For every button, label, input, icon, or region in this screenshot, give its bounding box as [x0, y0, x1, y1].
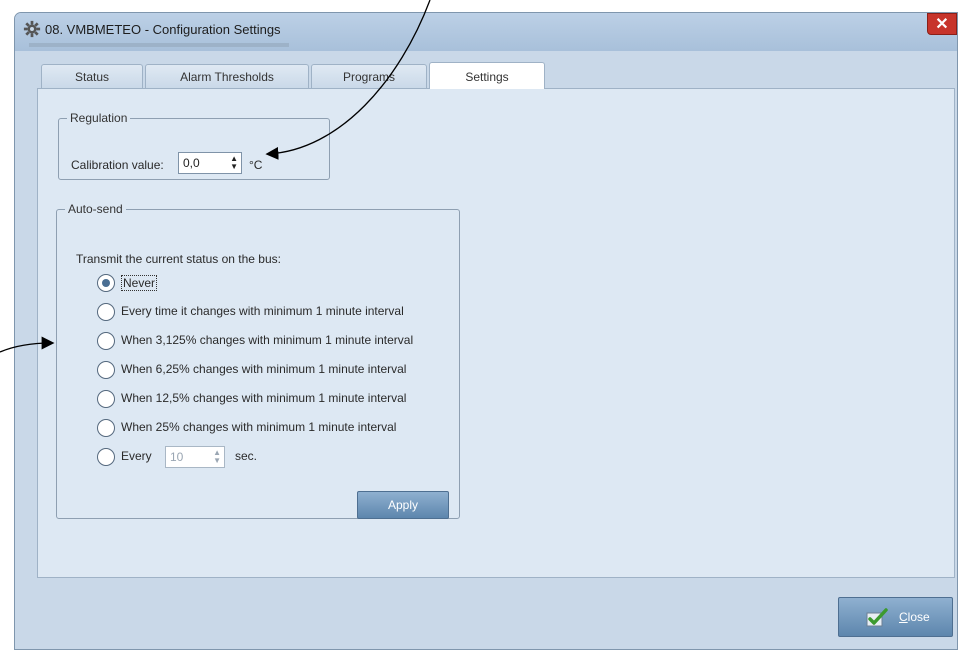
window-title: 08. VMBMETEO - Configuration Settings	[45, 22, 281, 37]
radio-every-change[interactable]	[97, 303, 115, 321]
gear-icon	[23, 20, 41, 38]
config-window: 08. VMBMETEO - Configuration Settings ✕ …	[14, 12, 958, 650]
window-close-button[interactable]: ✕	[927, 13, 957, 35]
calibration-value: 0,0	[183, 156, 200, 170]
tab-programs[interactable]: Programs	[311, 64, 427, 89]
radio-125[interactable]	[97, 390, 115, 408]
tab-status[interactable]: Status	[41, 64, 143, 89]
option-every-change[interactable]: Every time it changes with minimum 1 min…	[97, 303, 477, 323]
calibration-unit: °C	[249, 158, 263, 172]
radio-625[interactable]	[97, 361, 115, 379]
apply-button-label: Apply	[387, 498, 419, 512]
radio-every-interval[interactable]	[97, 448, 115, 466]
radio-25[interactable]	[97, 419, 115, 437]
calibration-label: Calibration value:	[71, 158, 164, 172]
radio-never[interactable]	[97, 274, 115, 292]
autosend-options: Never Every time it changes with minimum…	[97, 274, 457, 474]
option-every-change-label: Every time it changes with minimum 1 min…	[121, 304, 404, 318]
stepper-arrows-icon[interactable]: ▲ ▼	[230, 155, 238, 171]
autosend-prompt: Transmit the current status on the bus:	[76, 252, 281, 266]
interval-stepper[interactable]: 10 ▲ ▼	[165, 446, 225, 468]
option-125[interactable]: When 12,5% changes with minimum 1 minute…	[97, 390, 477, 410]
title-bar[interactable]: 08. VMBMETEO - Configuration Settings ✕	[15, 13, 957, 51]
check-icon	[866, 608, 888, 627]
interval-unit: sec.	[235, 449, 258, 463]
regulation-legend: Regulation	[70, 111, 128, 125]
option-every-label: Every	[121, 449, 152, 463]
close-button[interactable]: Close	[838, 597, 953, 637]
option-125-label: When 12,5% changes with minimum 1 minute…	[121, 391, 407, 405]
interval-stepper-arrows-icon[interactable]: ▲ ▼	[213, 449, 221, 465]
calibration-stepper[interactable]: 0,0 ▲ ▼	[178, 152, 242, 174]
interval-value: 10	[170, 450, 184, 464]
radio-3125[interactable]	[97, 332, 115, 350]
apply-button[interactable]: Apply	[357, 491, 449, 519]
autosend-legend: Auto-send	[68, 202, 123, 216]
option-3125-label: When 3,125% changes with minimum 1 minut…	[121, 333, 414, 347]
title-bar-shadow	[29, 43, 289, 47]
option-625[interactable]: When 6,25% changes with minimum 1 minute…	[97, 361, 477, 381]
option-625-label: When 6,25% changes with minimum 1 minute…	[121, 362, 407, 376]
close-button-label: Close	[899, 610, 930, 624]
option-25-label: When 25% changes with minimum 1 minute i…	[121, 420, 397, 434]
option-every-interval[interactable]: Every 10 ▲ ▼ sec.	[97, 446, 477, 468]
tab-settings[interactable]: Settings	[429, 62, 545, 89]
option-never-label: Never	[121, 275, 158, 291]
autosend-group: Auto-send Transmit the current status on…	[56, 202, 460, 519]
regulation-group: Regulation Calibration value: 0,0 ▲ ▼ °C	[58, 111, 330, 180]
option-never[interactable]: Never	[97, 274, 477, 294]
option-3125[interactable]: When 3,125% changes with minimum 1 minut…	[97, 332, 477, 352]
option-25[interactable]: When 25% changes with minimum 1 minute i…	[97, 419, 477, 439]
tab-alarm-thresholds[interactable]: Alarm Thresholds	[145, 64, 309, 89]
settings-panel: Regulation Calibration value: 0,0 ▲ ▼ °C …	[37, 88, 955, 578]
